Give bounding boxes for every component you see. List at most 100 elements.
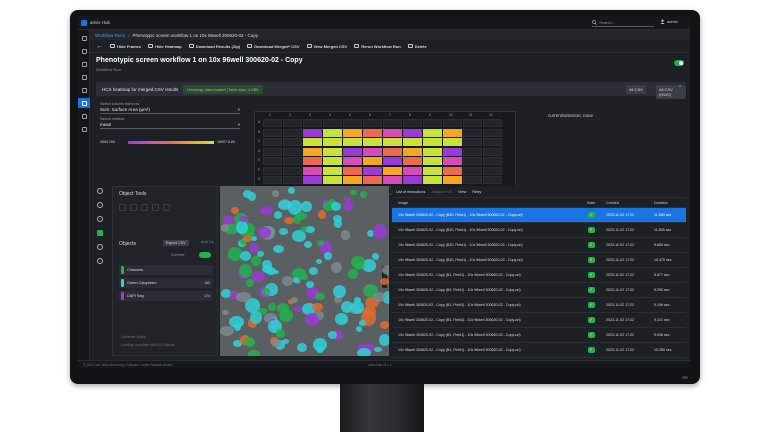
plate-well[interactable] [423,128,442,137]
download-merged-csv-button[interactable]: Download Merged* CSV [247,44,300,49]
plate-well[interactable] [363,128,382,137]
view-merged-csv-button[interactable]: View Merged CSV [306,44,347,49]
plate-well[interactable] [363,119,382,127]
collapse-chevron-icon[interactable]: ⌃ [678,85,682,91]
column-image[interactable]: Image [392,201,578,205]
plate-well[interactable] [263,147,282,156]
search-input[interactable]: Search... [592,19,654,27]
plate-well[interactable] [323,119,342,127]
plate-well[interactable] [303,176,322,184]
delete-button[interactable]: Delete [407,44,427,49]
tool-help[interactable] [90,254,110,268]
plate-well[interactable] [483,166,502,175]
plate-well[interactable] [483,119,502,127]
plate-well[interactable] [463,176,482,184]
plate-well[interactable] [403,138,422,146]
hide-heatmap-button[interactable]: Hide Heatmap [148,44,182,49]
plate-well[interactable] [463,157,482,165]
plate-well[interactable] [303,147,322,156]
plate-well[interactable] [303,157,322,165]
rerun-button[interactable]: Rerun Workflow Run [354,44,401,49]
plate-well[interactable] [323,128,342,137]
nav-images[interactable] [78,85,90,95]
download-results-button[interactable]: Download Results (Zip) [188,44,240,49]
plate-well[interactable] [343,166,362,175]
plate-well[interactable] [283,128,302,137]
tool-globe[interactable] [90,240,110,254]
plate-well[interactable] [343,138,362,146]
plate-well[interactable] [403,166,422,175]
plate-well[interactable] [323,138,342,146]
nav-data[interactable] [78,46,90,56]
table-row[interactable]: 10x 96well 300620-02 - Copy (B10, Field1… [392,238,686,253]
plate-well[interactable] [363,157,382,165]
table-row[interactable]: 10x 96well 300620-02 - Copy (B1, Field4)… [392,313,686,328]
nav-help[interactable] [78,124,90,134]
plate-well[interactable] [343,176,362,184]
method-select[interactable]: mean ▾ [100,122,240,129]
plate-well[interactable] [423,176,442,184]
plate-well[interactable] [303,128,322,137]
plate-well[interactable] [263,128,282,137]
plate-well[interactable] [343,157,362,165]
plate-well[interactable] [423,157,442,165]
combine-toggle[interactable] [199,252,211,258]
plate-well[interactable] [483,147,502,156]
plate-well[interactable] [323,147,342,156]
plate-well[interactable] [283,147,302,156]
plate-well[interactable] [443,176,462,184]
plate-well[interactable] [443,128,462,137]
plate-well[interactable] [463,128,482,137]
object-row[interactable]: Green Cytoplasm 160 [119,278,213,288]
user-menu[interactable]: admin [660,19,678,24]
plate-well[interactable] [363,138,382,146]
plate-well[interactable] [463,119,482,127]
plate-well[interactable] [303,119,322,127]
plate-well[interactable] [403,157,422,165]
plate-well[interactable] [403,176,422,184]
well-plate-heatmap[interactable]: 123456789101112ABCDEFGH [254,111,516,195]
microscopy-image-viewer[interactable] [220,186,389,356]
plate-well[interactable] [363,166,382,175]
table-row[interactable]: 10x 96well 300620-02 - Copy (B1, Field1)… [392,328,686,343]
nav-workflow-runs[interactable] [78,98,90,108]
polygon-tool-icon[interactable] [163,204,170,211]
plate-well[interactable] [263,157,282,165]
export-csv-button[interactable]: All CSV [626,85,646,94]
plate-well[interactable] [383,138,402,146]
plate-well[interactable] [403,119,422,127]
plate-well[interactable] [383,147,402,156]
plate-well[interactable] [363,147,382,156]
plate-well[interactable] [383,128,402,137]
plate-well[interactable] [263,138,282,146]
retry-button[interactable]: Retry [472,190,481,194]
column-state[interactable]: State [578,201,604,205]
plate-well[interactable] [463,147,482,156]
plate-well[interactable] [263,176,282,184]
plate-well[interactable] [463,166,482,175]
hide-frames-button[interactable]: Hide Frames [110,44,141,49]
tool-bookmark[interactable] [90,212,110,226]
back-arrow-icon[interactable]: ← [96,43,103,50]
nav-files[interactable] [78,59,90,69]
plate-well[interactable] [343,147,362,156]
table-row[interactable]: 10x 96well 300620-02 - Copy (B1, Field3)… [392,298,686,313]
breadcrumb-root[interactable]: Workflow Runs [95,33,125,38]
plate-well[interactable] [323,166,342,175]
plate-well[interactable] [383,157,402,165]
plate-well[interactable] [483,128,502,137]
plate-well[interactable] [443,147,462,156]
column-duration[interactable]: Duration [654,201,686,205]
plate-well[interactable] [283,119,302,127]
plate-well[interactable] [483,157,502,165]
tool-objects[interactable] [90,226,110,240]
nav-projects[interactable] [78,72,90,82]
add-op-button[interactable]: Add Op [201,240,214,244]
table-row[interactable]: 10x 96well 300620-02 - Copy (B10, Field1… [392,208,686,223]
plate-well[interactable] [383,166,402,175]
plate-well[interactable] [323,176,342,184]
status-toggle[interactable] [674,60,684,66]
object-row[interactable]: Channels [119,265,213,275]
plate-well[interactable] [383,119,402,127]
eraser-tool-icon[interactable] [152,204,159,211]
